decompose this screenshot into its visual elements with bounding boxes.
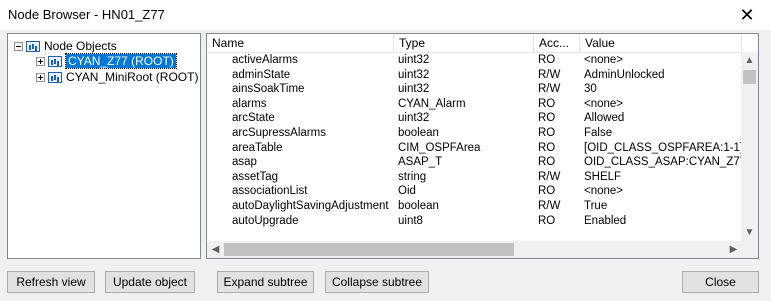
column-header-value[interactable]: Value bbox=[580, 34, 742, 52]
cell-type: uint32 bbox=[398, 83, 430, 96]
cell-type: ASAP_T bbox=[398, 156, 443, 169]
cell-value: <none> bbox=[584, 54, 624, 66]
cell-value: Enabled bbox=[584, 214, 627, 227]
table-row[interactable]: areaTable CIM_OSPFArea RO [OID_CLASS_OSPFAR… bbox=[207, 141, 742, 156]
cell-access: RO bbox=[538, 54, 556, 66]
scroll-right-icon[interactable]: ▶ bbox=[725, 241, 742, 258]
cell-value: OID_CLASS_ASAP:CYAN_Z77 bbox=[584, 156, 742, 169]
scrollbar-corner bbox=[741, 241, 758, 258]
cell-type: uint8 bbox=[398, 214, 423, 227]
scroll-up-icon[interactable]: ▲ bbox=[741, 52, 758, 69]
cell-type: boolean bbox=[398, 199, 439, 212]
vertical-scroll-thumb[interactable] bbox=[743, 70, 756, 84]
refresh-view-button[interactable]: Refresh view bbox=[7, 271, 95, 293]
table-row[interactable]: activeAlarms uint32 RO <none> bbox=[207, 53, 742, 68]
close-window-icon[interactable]: ✕ bbox=[729, 1, 765, 29]
table-row[interactable]: arcSupressAlarms boolean RO False bbox=[207, 126, 742, 141]
attributes-table: Name Type Acc... Value activeAlarms uint3… bbox=[206, 33, 759, 259]
tree-node-root[interactable]: Node Objects bbox=[14, 38, 117, 54]
cell-access: RO bbox=[538, 112, 556, 125]
vertical-scrollbar[interactable]: ▲ ▼ bbox=[741, 52, 758, 241]
cell-access: R/W bbox=[538, 68, 561, 81]
cell-name: ainsSoakTime bbox=[232, 83, 305, 96]
table-row[interactable]: alarms CYAN_Alarm RO <none> bbox=[207, 97, 742, 112]
cell-value: <none> bbox=[584, 97, 624, 110]
cell-type: CYAN_Alarm bbox=[398, 97, 466, 110]
cell-name: associationList bbox=[232, 185, 308, 198]
tree-node-label: Node Objects bbox=[44, 39, 117, 53]
cell-name: alarms bbox=[232, 97, 267, 110]
table-row[interactable]: adminState uint32 R/W AdminUnlocked bbox=[207, 68, 742, 83]
cell-access: RO bbox=[538, 156, 556, 169]
cell-name: autoDaylightSavingAdjustment bbox=[232, 199, 389, 212]
cell-access: R/W bbox=[538, 83, 561, 96]
cell-type: uint32 bbox=[398, 112, 430, 125]
table-row[interactable]: autoUpgrade uint8 RO Enabled bbox=[207, 214, 742, 229]
cell-type: string bbox=[398, 170, 427, 183]
cell-name: activeAlarms bbox=[232, 54, 298, 66]
collapse-subtree-button[interactable]: Collapse subtree bbox=[325, 271, 429, 293]
cell-value: Allowed bbox=[584, 112, 625, 125]
cell-type: CIM_OSPFArea bbox=[398, 141, 481, 154]
table-row[interactable]: arcState uint32 RO Allowed bbox=[207, 111, 742, 126]
cell-value: False bbox=[584, 126, 613, 139]
table-row[interactable]: autoDaylightSavingAdjustment boolean R/W Tr… bbox=[207, 199, 742, 214]
cell-value: 30 bbox=[584, 83, 597, 96]
table-row[interactable]: asap ASAP_T RO OID_CLASS_ASAP:CYAN_Z77 bbox=[207, 155, 742, 170]
scroll-left-icon[interactable]: ◀ bbox=[207, 241, 224, 258]
cell-value: SHELF bbox=[584, 170, 622, 183]
collapse-toggle-icon[interactable] bbox=[14, 41, 23, 51]
expand-toggle-icon[interactable] bbox=[36, 56, 45, 66]
table-body: activeAlarms uint32 RO <none> adminState uint… bbox=[207, 53, 742, 228]
tree-node-label: CYAN_MiniRoot (ROOT) bbox=[66, 70, 199, 84]
node-objects-icon bbox=[26, 40, 40, 52]
cell-value: AdminUnlocked bbox=[584, 68, 665, 81]
cell-access: R/W bbox=[538, 199, 561, 212]
cell-name: autoUpgrade bbox=[232, 214, 299, 227]
cell-name: assetTag bbox=[232, 170, 279, 183]
cell-value: [OID_CLASS_OSPFAREA:1-1] bbox=[584, 141, 742, 154]
cell-type: Oid bbox=[398, 185, 416, 198]
tree-node-label: CYAN_Z77 (ROOT) bbox=[65, 53, 177, 69]
cell-access: RO bbox=[538, 97, 556, 110]
cell-access: RO bbox=[538, 185, 556, 198]
update-object-button[interactable]: Update object bbox=[105, 271, 195, 293]
cell-access: R/W bbox=[538, 170, 561, 183]
cell-access: RO bbox=[538, 214, 556, 227]
expand-toggle-icon[interactable] bbox=[36, 72, 45, 82]
node-tree[interactable]: Node Objects CYAN_Z77 (ROOT) CYAN_MiniRo… bbox=[7, 33, 201, 259]
table-row[interactable]: associationList Oid RO <none> bbox=[207, 184, 742, 199]
close-button[interactable]: Close bbox=[682, 271, 759, 293]
horizontal-scroll-thumb[interactable] bbox=[224, 243, 514, 256]
node-icon bbox=[48, 71, 62, 83]
table-header: Name Type Acc... Value bbox=[207, 34, 742, 53]
title-bar: Node Browser - HN01_Z77 ✕ bbox=[0, 0, 771, 30]
cell-type: uint32 bbox=[398, 54, 430, 66]
cell-name: arcState bbox=[232, 112, 275, 125]
cell-type: boolean bbox=[398, 126, 439, 139]
table-row[interactable]: assetTag string R/W SHELF bbox=[207, 170, 742, 185]
table-row[interactable]: ainsSoakTime uint32 R/W 30 bbox=[207, 82, 742, 97]
cell-access: RO bbox=[538, 126, 556, 139]
cell-value: True bbox=[584, 199, 608, 212]
column-header-type[interactable]: Type bbox=[394, 34, 534, 52]
node-icon bbox=[48, 55, 62, 67]
column-header-name[interactable]: Name bbox=[207, 34, 394, 52]
expand-subtree-button[interactable]: Expand subtree bbox=[217, 271, 314, 293]
tree-node-cyan-z77[interactable]: CYAN_Z77 (ROOT) bbox=[36, 53, 177, 69]
cell-name: adminState bbox=[232, 68, 291, 81]
horizontal-scrollbar[interactable]: ◀ ▶ bbox=[207, 241, 742, 258]
cell-name: areaTable bbox=[232, 141, 283, 154]
tree-node-cyan-miniroot[interactable]: CYAN_MiniRoot (ROOT) bbox=[36, 69, 198, 85]
cell-name: asap bbox=[232, 156, 257, 169]
cell-name: arcSupressAlarms bbox=[232, 126, 326, 139]
scroll-down-icon[interactable]: ▼ bbox=[741, 224, 758, 241]
cell-type: uint32 bbox=[398, 68, 430, 81]
cell-access: RO bbox=[538, 141, 556, 154]
cell-value: <none> bbox=[584, 185, 624, 198]
window-title: Node Browser - HN01_Z77 bbox=[8, 7, 165, 22]
column-header-access[interactable]: Acc... bbox=[534, 34, 580, 52]
